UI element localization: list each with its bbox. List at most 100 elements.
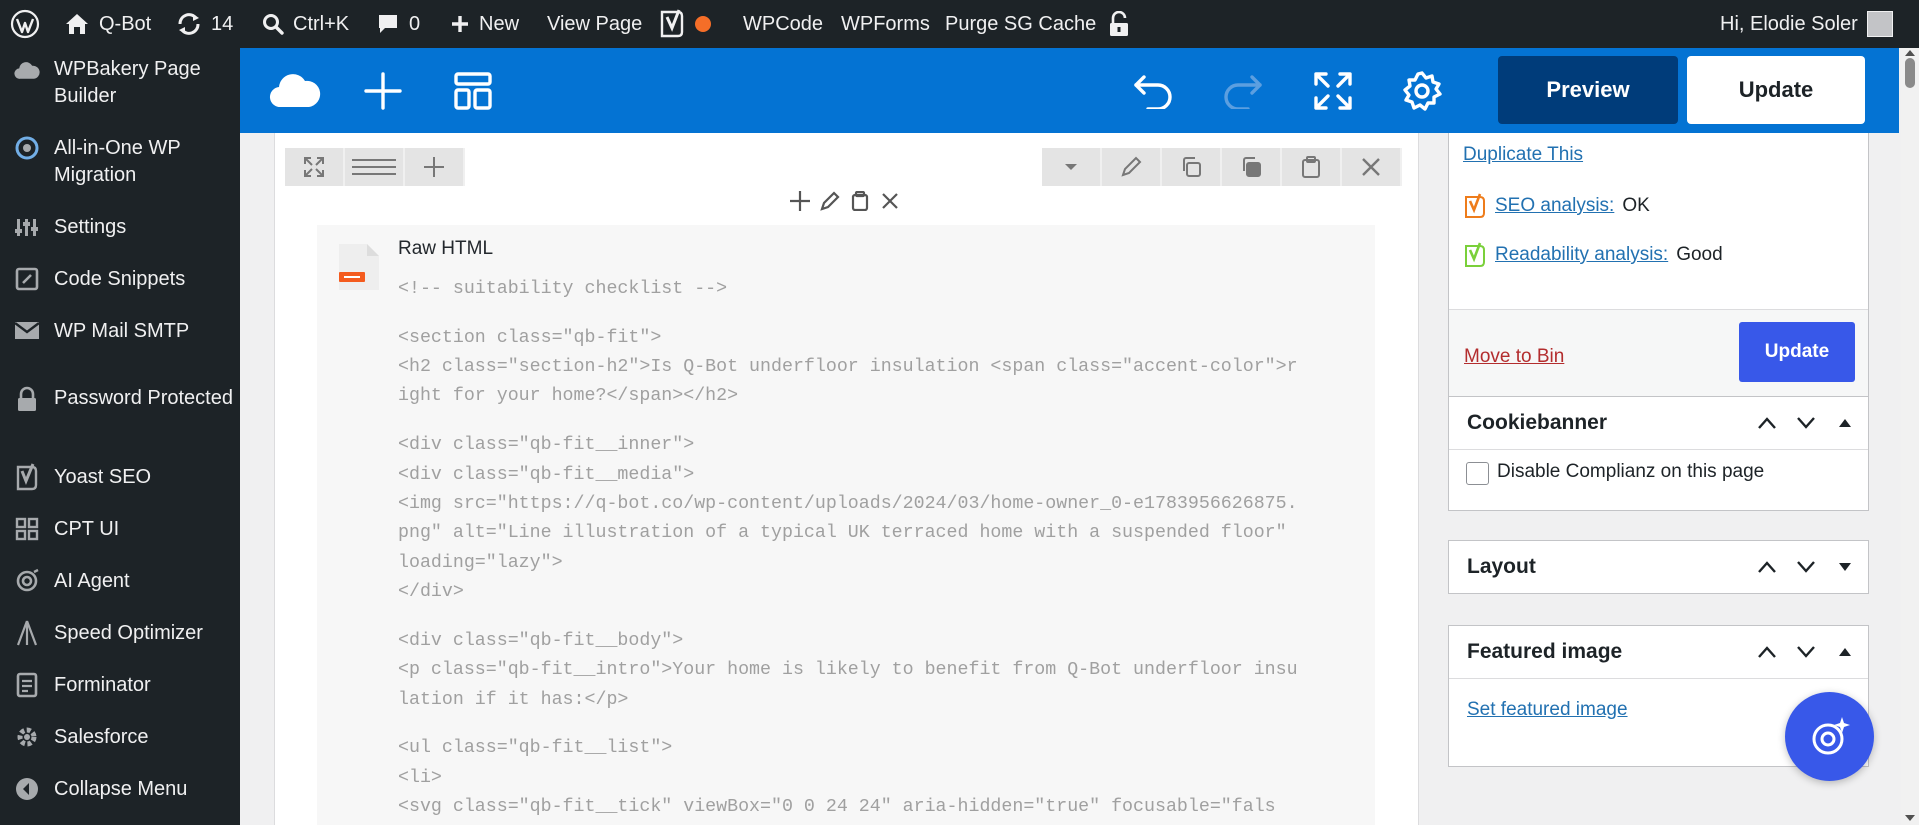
menu-item-speed-optimizer[interactable]: Speed Optimizer bbox=[0, 620, 240, 650]
cpt-ui-icon bbox=[14, 516, 40, 542]
fullscreen-button[interactable] bbox=[1304, 62, 1362, 120]
code-line: <img src="https://q-bot.co/wp-content/up… bbox=[398, 493, 1298, 514]
publish-update-button[interactable]: Update bbox=[1739, 322, 1855, 382]
row-paste-icon[interactable] bbox=[1282, 148, 1342, 186]
disable-complianz-checkbox[interactable] bbox=[1466, 462, 1489, 485]
avatar bbox=[1866, 11, 1893, 37]
readability-analysis-link[interactable]: Readability analysis: bbox=[1495, 244, 1668, 266]
featured-image-header[interactable]: Featured image bbox=[1449, 626, 1868, 678]
menu-item-wpbakery[interactable]: WPBakery Page Builder bbox=[0, 56, 240, 111]
yoast-adminbar-menu[interactable] bbox=[658, 0, 711, 48]
row-controls-right bbox=[1042, 148, 1402, 186]
move-up-icon[interactable] bbox=[1747, 541, 1786, 593]
collapse-toggle-icon[interactable] bbox=[1825, 397, 1864, 449]
updates-count: 14 bbox=[211, 12, 234, 35]
element-paste-icon[interactable] bbox=[848, 189, 872, 213]
command-search[interactable]: Ctrl+K bbox=[262, 0, 349, 48]
wpcode-link[interactable]: WPCode bbox=[743, 0, 823, 48]
row-controls-left bbox=[285, 148, 465, 186]
expand-toggle-icon[interactable] bbox=[1825, 541, 1864, 593]
duplicate-link[interactable]: Duplicate This bbox=[1463, 144, 1583, 166]
row-duplicate-icon[interactable] bbox=[1222, 148, 1282, 186]
move-down-icon[interactable] bbox=[1786, 541, 1825, 593]
row-expand-icon[interactable] bbox=[285, 148, 345, 186]
wpbakery-logo-icon[interactable] bbox=[266, 62, 324, 120]
wordpress-logo-icon[interactable] bbox=[10, 0, 40, 48]
ai-assistant-button[interactable] bbox=[1785, 692, 1874, 781]
row-dropdown-icon[interactable] bbox=[1042, 148, 1102, 186]
row-add-icon[interactable] bbox=[405, 148, 465, 186]
menu-item-forminator[interactable]: Forminator bbox=[0, 672, 240, 702]
templates-button[interactable] bbox=[444, 62, 502, 120]
postbox-title: Featured image bbox=[1467, 640, 1623, 663]
comments-link[interactable]: 0 bbox=[376, 0, 420, 48]
mail-icon bbox=[14, 318, 40, 344]
move-up-icon[interactable] bbox=[1747, 626, 1786, 678]
menu-label: AI Agent bbox=[54, 570, 130, 592]
updates-icon bbox=[178, 13, 200, 35]
add-element-button[interactable] bbox=[354, 62, 412, 120]
menu-item-cpt-ui[interactable]: CPT UI bbox=[0, 516, 240, 546]
menu-item-password-protected[interactable]: Password Protected bbox=[0, 385, 240, 440]
menu-label: Password Protected bbox=[54, 387, 233, 409]
purge-cache-link[interactable]: Purge SG Cache bbox=[945, 0, 1096, 48]
publish-box: Duplicate This SEO analysis: OK Readabil… bbox=[1448, 133, 1869, 416]
element-delete-icon[interactable] bbox=[878, 189, 902, 213]
user-greeting: Hi, Elodie Soler bbox=[1720, 12, 1858, 35]
row-drag-handle-icon[interactable] bbox=[345, 148, 405, 186]
element-add-icon[interactable] bbox=[788, 189, 812, 213]
code-line: lation if it has:</p> bbox=[398, 689, 629, 710]
wpbakery-cloud-icon bbox=[14, 58, 40, 84]
undo-button[interactable] bbox=[1124, 62, 1182, 120]
wpforms-link[interactable]: WPForms bbox=[841, 0, 930, 48]
menu-item-settings[interactable]: Settings bbox=[0, 214, 240, 244]
new-content-menu[interactable]: New bbox=[450, 0, 519, 48]
ai-agent-icon bbox=[14, 568, 40, 594]
code-line: <ul class="qb-fit__list"> bbox=[398, 738, 673, 759]
set-featured-image-link[interactable]: Set featured image bbox=[1467, 699, 1628, 721]
update-button[interactable]: Update bbox=[1687, 56, 1865, 124]
element-edit-icon[interactable] bbox=[818, 189, 842, 213]
row-delete-icon[interactable] bbox=[1342, 148, 1402, 186]
menu-item-yoast-seo[interactable]: Yoast SEO bbox=[0, 463, 240, 494]
updates-link[interactable]: 14 bbox=[176, 0, 233, 48]
scroll-down-arrow[interactable] bbox=[1905, 815, 1915, 821]
menu-item-all-in-one-migration[interactable]: All-in-One WP Migration bbox=[0, 135, 240, 190]
raw-html-element[interactable]: Raw HTML <!-- suitability checklist --> … bbox=[317, 225, 1375, 825]
move-down-icon[interactable] bbox=[1786, 626, 1825, 678]
move-to-bin-link[interactable]: Move to Bin bbox=[1464, 346, 1564, 368]
password-protected-toggle[interactable] bbox=[1108, 0, 1130, 48]
layout-header[interactable]: Layout bbox=[1449, 541, 1868, 593]
site-name: Q-Bot bbox=[99, 12, 152, 35]
element-controls bbox=[788, 189, 902, 213]
site-home-link[interactable]: Q-Bot bbox=[64, 0, 151, 48]
view-page-link[interactable]: View Page bbox=[547, 0, 642, 48]
readability-row: Readability analysis: Good bbox=[1463, 242, 1723, 268]
page-scrollbar[interactable] bbox=[1901, 48, 1919, 825]
row-edit-icon[interactable] bbox=[1102, 148, 1162, 186]
menu-item-salesforce[interactable]: Salesforce bbox=[0, 724, 240, 754]
menu-item-wp-mail-smtp[interactable]: WP Mail SMTP bbox=[0, 318, 240, 348]
code-line: <div class="qb-fit__media"> bbox=[398, 464, 695, 485]
scroll-thumb[interactable] bbox=[1905, 58, 1915, 88]
speed-optimizer-icon bbox=[14, 620, 40, 646]
seo-analysis-link[interactable]: SEO analysis: bbox=[1495, 195, 1614, 217]
cookiebanner-header[interactable]: Cookiebanner bbox=[1449, 397, 1868, 449]
menu-item-code-snippets[interactable]: Code Snippets bbox=[0, 266, 240, 296]
row-clone-icon[interactable] bbox=[1162, 148, 1222, 186]
preview-button[interactable]: Preview bbox=[1498, 56, 1678, 124]
menu-item-ai-agent[interactable]: AI Agent bbox=[0, 568, 240, 598]
collapse-menu-button[interactable]: Collapse Menu bbox=[0, 776, 240, 806]
page-settings-button[interactable] bbox=[1393, 62, 1451, 120]
move-up-icon[interactable] bbox=[1747, 397, 1786, 449]
account-menu[interactable]: Hi, Elodie Soler bbox=[1720, 0, 1893, 48]
scroll-up-arrow[interactable] bbox=[1905, 50, 1915, 56]
comments-count: 0 bbox=[409, 12, 421, 35]
redo-button[interactable] bbox=[1214, 62, 1272, 120]
move-down-icon[interactable] bbox=[1786, 397, 1825, 449]
plus-icon bbox=[364, 72, 402, 110]
collapse-toggle-icon[interactable] bbox=[1825, 626, 1864, 678]
postbox-controls bbox=[1747, 397, 1864, 449]
